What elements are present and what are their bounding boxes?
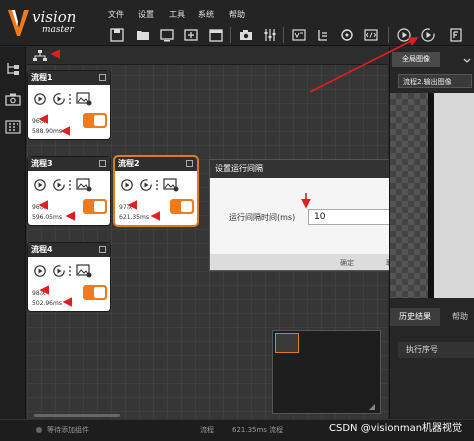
menu-system[interactable]: 系统 [198, 9, 214, 20]
global-variable-icon[interactable] [290, 26, 308, 44]
menu-help[interactable]: 帮助 [229, 9, 245, 20]
run-loop-icon[interactable] [53, 93, 65, 105]
status-text: 等待添加组件 [47, 426, 89, 434]
chevron-down-icon[interactable] [462, 56, 472, 66]
logo-master-text: master [42, 25, 74, 35]
more-icon[interactable] [69, 179, 71, 191]
camera-icon[interactable] [5, 92, 21, 106]
run-count: 98次 [32, 290, 46, 297]
run-time: 621.35ms [119, 214, 149, 221]
process-title: 流程2 [115, 157, 197, 171]
menu-settings[interactable]: 设置 [138, 9, 154, 20]
run-loop-icon[interactable] [419, 26, 437, 44]
process-title: 流程3 [28, 157, 110, 171]
more-icon[interactable] [69, 265, 71, 277]
image-settings-icon[interactable] [76, 264, 92, 278]
process-toggle[interactable] [83, 199, 107, 214]
fullscreen-icon[interactable] [447, 26, 465, 44]
process-title: 流程1 [28, 71, 110, 85]
more-icon[interactable] [69, 93, 71, 105]
calendar-icon[interactable] [207, 26, 225, 44]
process-title: 流程4 [28, 243, 110, 257]
pin-icon[interactable] [99, 74, 106, 81]
menu-file[interactable]: 文件 [108, 9, 124, 20]
vision-master-logo-icon [8, 10, 29, 36]
process-card-1[interactable]: 流程1 96次 588.90ms [28, 71, 110, 139]
refresh-icon[interactable] [338, 26, 356, 44]
process-toggle[interactable] [83, 285, 107, 300]
camera-icon[interactable] [237, 26, 255, 44]
column-header-exec-index: 执行序号 [398, 342, 474, 358]
tab-global-image[interactable]: 全局图像 [392, 52, 440, 67]
canvas-toolbar [27, 47, 388, 65]
toolbar-separator [230, 27, 231, 43]
export-icon[interactable] [182, 26, 200, 44]
process-card-2[interactable]: 流程2 97次 621.35ms [115, 157, 197, 225]
network-icon[interactable] [32, 49, 48, 63]
run-interval-dialog: 设置运行间隔 ✕ 运行间隔时间(ms) 10 ▲▼ 确定 取消 [209, 159, 417, 271]
import-icon[interactable] [158, 26, 176, 44]
process-card-3[interactable]: 流程3 96次 596.05ms [28, 157, 110, 225]
horizontal-scrollbar[interactable] [34, 414, 120, 417]
run-count: 96次 [32, 204, 46, 211]
status-run-time: 621.35ms 流程 [232, 426, 284, 434]
watermark: CSDN @visionman机器视觉 [329, 423, 463, 434]
interval-label: 运行间隔时间(ms) [229, 213, 296, 222]
image-settings-icon[interactable] [163, 178, 179, 192]
tree-icon[interactable] [5, 62, 21, 76]
run-once-icon[interactable] [34, 265, 46, 277]
run-count: 96次 [32, 118, 46, 125]
run-once-icon[interactable] [34, 179, 46, 191]
run-time: 502.96ms [32, 300, 62, 307]
script-icon[interactable] [362, 26, 380, 44]
run-loop-icon[interactable] [140, 179, 152, 191]
run-count: 97次 [119, 204, 133, 211]
toolbar-separator [388, 27, 389, 43]
process-toggle[interactable] [83, 113, 107, 128]
pin-icon[interactable] [186, 160, 193, 167]
communication-icon[interactable] [314, 26, 332, 44]
output-image [428, 93, 474, 298]
status-run-label: 流程 [200, 426, 214, 434]
logo-vision-text: vision [32, 8, 77, 26]
minimap-viewport[interactable] [275, 333, 299, 353]
dialog-title-bar: 设置运行间隔 ✕ [210, 160, 416, 178]
more-icon[interactable] [156, 179, 158, 191]
run-once-icon[interactable] [395, 26, 413, 44]
status-indicator-icon [36, 427, 42, 433]
run-once-icon[interactable] [34, 93, 46, 105]
grid-icon[interactable] [5, 120, 21, 134]
menu-tools[interactable]: 工具 [169, 9, 185, 20]
image-settings-icon[interactable] [76, 92, 92, 106]
process-toggle[interactable] [170, 199, 194, 214]
save-icon[interactable] [108, 26, 126, 44]
toolbar-separator [283, 27, 284, 43]
tab-help[interactable]: 帮助 [446, 308, 474, 326]
ok-button[interactable]: 确定 [328, 257, 366, 269]
dialog-title: 设置运行间隔 [215, 164, 263, 173]
process-card-4[interactable]: 流程4 98次 502.96ms [28, 243, 110, 311]
output-image-select[interactable]: 流程2.输出图像 [398, 74, 472, 88]
pin-icon[interactable] [99, 246, 106, 253]
pin-icon[interactable] [99, 160, 106, 167]
image-settings-icon[interactable] [76, 178, 92, 192]
resize-icon[interactable] [368, 403, 376, 411]
tab-history-results[interactable]: 历史结果 [390, 308, 440, 326]
run-once-icon[interactable] [121, 179, 133, 191]
open-folder-icon[interactable] [134, 26, 152, 44]
run-time: 588.90ms [32, 128, 62, 135]
run-time: 596.05ms [32, 214, 62, 221]
controller-icon[interactable] [261, 26, 279, 44]
run-loop-icon[interactable] [53, 179, 65, 191]
interval-value: 10 [314, 212, 326, 222]
run-loop-icon[interactable] [53, 265, 65, 277]
